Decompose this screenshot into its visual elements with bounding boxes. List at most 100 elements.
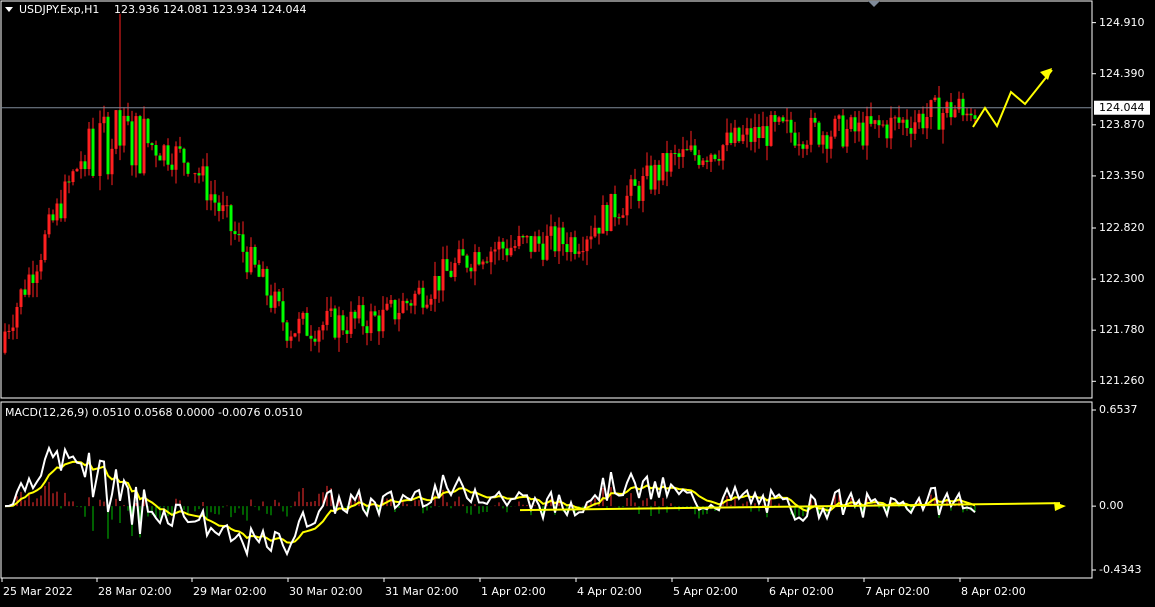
- candle-body: [821, 135, 825, 145]
- candle-body: [645, 165, 649, 177]
- shift-marker-icon: [868, 1, 880, 7]
- candle-body: [277, 291, 281, 302]
- trading-chart[interactable]: USDJPY.Exp,H1 123.936 124.081 123.934 12…: [0, 0, 1155, 603]
- candle-body: [321, 324, 325, 331]
- candle-body: [509, 247, 513, 256]
- candle-body: [753, 127, 757, 142]
- candle-body: [605, 204, 609, 231]
- candle-body: [721, 145, 725, 161]
- candle-body: [705, 160, 709, 162]
- candle-body: [389, 300, 393, 304]
- candle-body: [345, 330, 349, 334]
- candle-body: [597, 227, 601, 234]
- candle-body: [409, 303, 413, 306]
- candle-body: [213, 194, 217, 203]
- macd-tick-label: 0.00: [1099, 499, 1124, 513]
- candle-body: [361, 305, 365, 327]
- candle-body: [629, 179, 633, 196]
- candle-body: [79, 161, 83, 170]
- projection-arrow: [972, 69, 1053, 129]
- candle-body: [701, 160, 705, 165]
- candle-body: [905, 119, 909, 129]
- candle-body: [793, 132, 797, 146]
- candle-body: [897, 117, 901, 123]
- candle-body: [106, 116, 110, 175]
- macd-pane-frame: [0, 401, 1093, 579]
- candle-body: [885, 124, 889, 139]
- candle-body: [357, 305, 361, 319]
- candle-body: [201, 166, 205, 176]
- price-tick-label: 122.300: [1099, 272, 1145, 286]
- candle-body: [553, 226, 557, 252]
- candle-body: [669, 153, 673, 172]
- candle-body: [405, 300, 409, 304]
- candle-body: [485, 261, 489, 263]
- candle-body: [337, 315, 341, 338]
- candle-body: [505, 248, 509, 256]
- candle-body: [677, 153, 681, 157]
- candle-body: [665, 153, 669, 172]
- candle-body: [557, 227, 561, 252]
- candle-body: [158, 155, 162, 161]
- candle-body: [657, 164, 661, 181]
- candle-body: [777, 117, 781, 122]
- time-tick-label: 8 Apr 02:00: [961, 585, 1026, 598]
- candle-body: [309, 335, 313, 339]
- candle-body: [305, 312, 309, 336]
- time-tick-label: 1 Apr 02:00: [481, 585, 546, 598]
- candle-body: [461, 249, 465, 256]
- symbol-label: USDJPY.Exp,H1: [19, 3, 100, 16]
- chart-canvas[interactable]: [0, 0, 1155, 603]
- candle-body: [67, 181, 71, 183]
- candle-body: [569, 237, 573, 253]
- macd-signal-line: [5, 460, 976, 544]
- candle-body: [126, 115, 130, 122]
- candle-body: [565, 244, 569, 253]
- candle-body: [401, 300, 405, 313]
- candle-body: [257, 264, 261, 277]
- candle-body: [601, 204, 605, 234]
- price-tick-label: 124.910: [1099, 15, 1145, 29]
- time-tick-label: 7 Apr 02:00: [865, 585, 930, 598]
- candle-body: [329, 308, 333, 311]
- candle-body: [51, 214, 55, 221]
- candle-body: [253, 246, 257, 265]
- candle-body: [497, 241, 501, 250]
- candle-body: [965, 113, 969, 116]
- candle-body: [649, 165, 653, 190]
- candle-body: [43, 234, 47, 260]
- time-tick-label: 28 Mar 02:00: [98, 585, 172, 598]
- candle-body: [513, 246, 517, 248]
- candle-body: [697, 155, 701, 165]
- candle-body: [873, 120, 877, 124]
- candle-body: [102, 116, 106, 124]
- candle-body: [421, 287, 425, 308]
- candle-body: [162, 145, 166, 161]
- candle-body: [521, 235, 525, 238]
- candle-body: [713, 154, 717, 160]
- candle-body: [47, 214, 51, 235]
- candle-body: [909, 128, 913, 134]
- candle-body: [801, 144, 805, 149]
- candle-body: [98, 123, 102, 176]
- candle-body: [617, 217, 621, 219]
- candle-body: [545, 235, 549, 260]
- candle-body: [709, 154, 713, 162]
- candle-body: [573, 237, 577, 254]
- candle-body: [757, 127, 761, 139]
- candle-body: [941, 112, 945, 130]
- candle-body: [889, 117, 893, 139]
- candle-body: [35, 271, 39, 283]
- candle-body: [845, 128, 849, 147]
- candle-body: [205, 166, 209, 201]
- candle-body: [973, 115, 977, 119]
- candle-body: [441, 259, 445, 291]
- candle-body: [633, 179, 637, 186]
- time-tick-label: 6 Apr 02:00: [769, 585, 834, 598]
- candle-body: [581, 251, 585, 253]
- current-price-label: 124.044: [1099, 100, 1145, 114]
- candle-body: [949, 102, 953, 118]
- candle-body: [953, 109, 957, 118]
- candle-body: [525, 235, 529, 238]
- candle-body: [317, 330, 321, 342]
